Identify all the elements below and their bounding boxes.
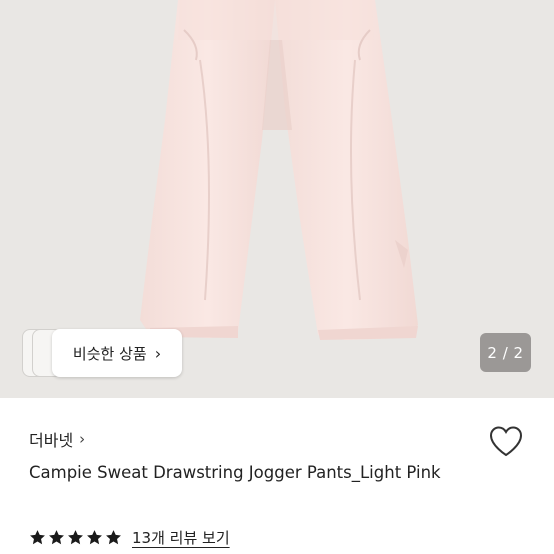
review-link[interactable]: 13개 리뷰 보기 [132,527,230,548]
chevron-right-icon: › [79,430,86,448]
star-icon [30,530,45,545]
star-icon [68,530,83,545]
product-title: Campie Sweat Drawstring Jogger Pants_Lig… [29,463,441,482]
chevron-right-icon: › [154,343,162,363]
rating-row: 13개 리뷰 보기 [29,527,230,548]
image-page-counter: 2 / 2 [480,333,531,372]
star-icon [106,530,121,545]
heart-icon[interactable] [488,425,524,458]
similar-products-button[interactable]: 비슷한 상품 › [52,329,182,377]
brand-name: 더바넷 [29,431,74,450]
star-icon [87,530,102,545]
brand-link[interactable]: 더바넷 › [29,427,85,451]
rating-stars [29,529,122,546]
star-icon [49,530,64,545]
product-info-section: 더바넷 › Campie Sweat Drawstring Jogger Pan… [0,398,554,554]
similar-products-label: 비슷한 상품 [72,344,147,363]
product-image-gallery[interactable]: 비슷한 상품 › 2 / 2 [0,0,554,398]
